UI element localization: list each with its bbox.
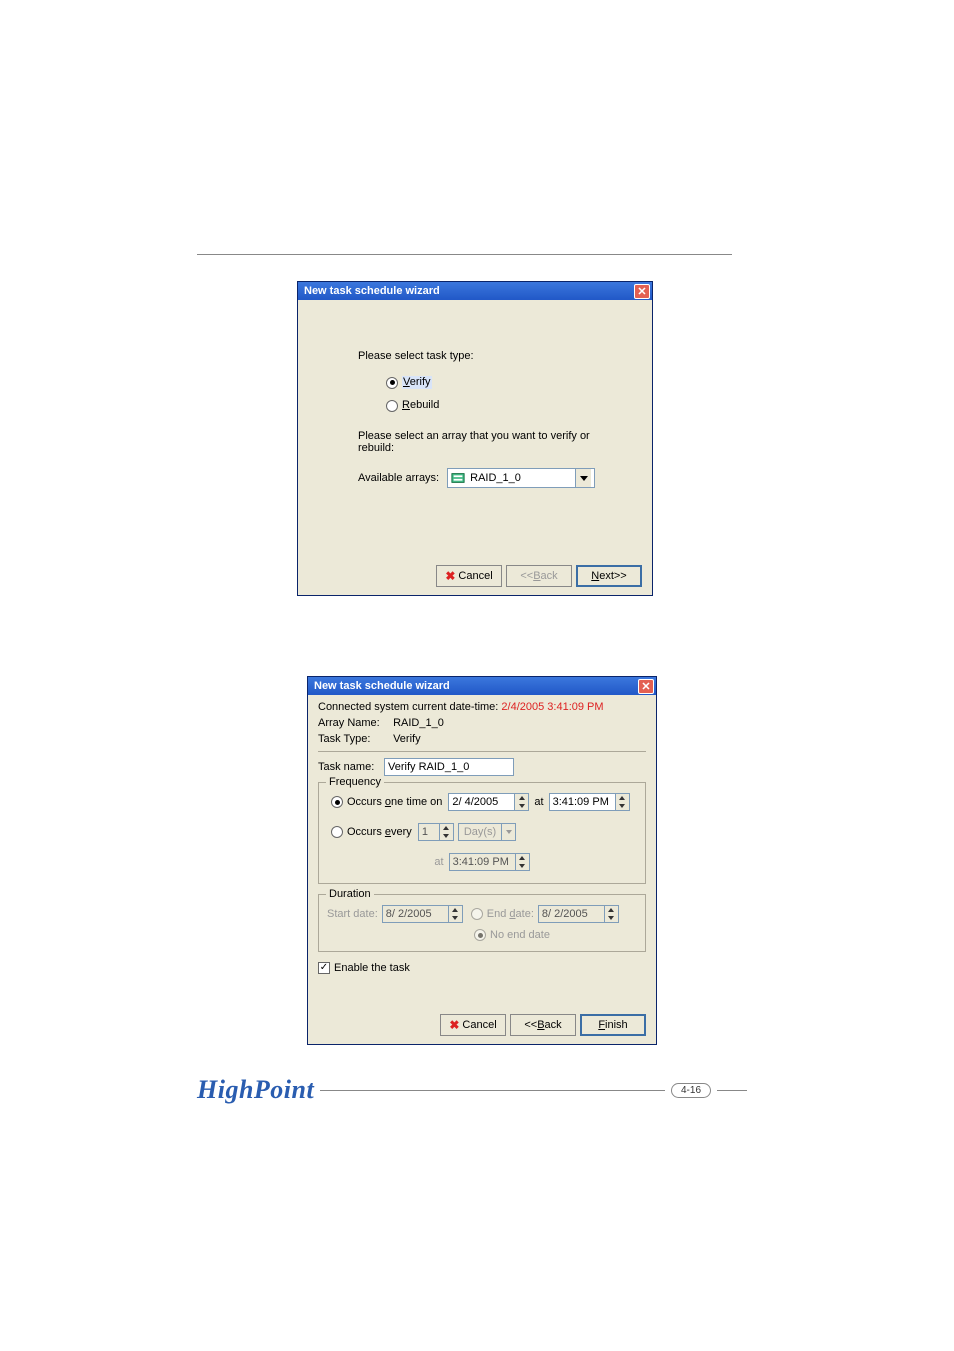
divider <box>318 751 646 752</box>
footer-rule <box>320 1090 665 1091</box>
task-name-label: Task name: <box>318 761 384 773</box>
no-end-date-row: No end date <box>327 929 637 941</box>
selected-array-text: RAID_1_0 <box>470 472 521 484</box>
page-number-badge: 4-16 <box>671 1083 711 1098</box>
radio-end-date <box>471 908 483 920</box>
radio-occurs-one[interactable] <box>331 796 343 808</box>
frequency-group: Frequency Occurs one time on at Occurs e… <box>318 782 646 884</box>
occurs-every-value-input <box>419 824 439 840</box>
occurs-every-row: Occurs every Day(s) <box>327 823 637 841</box>
end-date-input <box>539 906 604 922</box>
at-label: at <box>534 796 543 808</box>
array-name-value: RAID_1_0 <box>393 717 444 729</box>
occurs-every-time-spinner <box>449 853 530 871</box>
title-text: New task schedule wizard <box>304 285 440 297</box>
spinner-icon[interactable] <box>514 794 528 810</box>
spinner-icon <box>448 906 462 922</box>
radio-rebuild-label: Rebuild <box>402 399 439 412</box>
occurs-one-date-input[interactable] <box>449 794 514 810</box>
dialog1-buttons: ✖Cancel <<Back Next>> <box>436 565 642 587</box>
next-button[interactable]: Next>> <box>576 565 642 587</box>
occurs-one-time-input[interactable] <box>550 794 615 810</box>
spinner-icon <box>604 906 618 922</box>
titlebar: New task schedule wizard ✕ <box>308 677 656 695</box>
no-end-date-label: No end date <box>490 929 550 941</box>
start-date-spinner <box>382 905 463 923</box>
dialog2-body: Connected system current date-time: 2/4/… <box>308 695 656 974</box>
chevron-down-icon[interactable] <box>575 469 591 487</box>
chevron-down-icon <box>501 824 515 840</box>
radio-dot-icon <box>386 400 398 412</box>
finish-button[interactable]: Finish <box>580 1014 646 1036</box>
spinner-icon <box>515 854 529 870</box>
radio-verify[interactable]: Verify <box>386 376 622 389</box>
frequency-group-title: Frequency <box>326 776 384 788</box>
dialog2-buttons: ✖Cancel <<Back Finish <box>440 1014 646 1036</box>
back-button: <<Back <box>506 565 572 587</box>
duration-group-title: Duration <box>326 888 374 900</box>
occurs-every-value-spinner <box>418 823 454 841</box>
start-date-label: Start date: <box>327 908 378 920</box>
cancel-button[interactable]: ✖Cancel <box>440 1014 506 1036</box>
current-datetime-value: 2/4/2005 3:41:09 PM <box>501 701 603 713</box>
occurs-one-time-row: Occurs one time on at <box>327 793 637 811</box>
current-datetime-row: Connected system current date-time: 2/4/… <box>318 701 646 713</box>
wizard-dialog-step1: New task schedule wizard ✕ Please select… <box>297 281 653 596</box>
occurs-every-unit-text: Day(s) <box>459 826 501 838</box>
available-arrays-select[interactable]: RAID_1_0 <box>447 468 595 488</box>
cancel-button[interactable]: ✖Cancel <box>436 565 502 587</box>
titlebar: New task schedule wizard ✕ <box>298 282 652 300</box>
end-date-spinner <box>538 905 619 923</box>
at-label-2: at <box>434 856 443 868</box>
footer-rule-tail <box>717 1090 747 1091</box>
task-type-row: Task Type: Verify <box>318 733 646 745</box>
x-icon: ✖ <box>445 569 455 583</box>
occurs-every-time-input <box>450 854 515 870</box>
start-date-input <box>383 906 448 922</box>
radio-verify-label: Verify <box>402 376 432 389</box>
dialog1-body: Please select task type: Verify Rebuild … <box>298 300 652 488</box>
duration-group: Duration Start date: End date: No end da… <box>318 894 646 952</box>
x-icon: ✖ <box>449 1018 459 1032</box>
end-date-label: End date: <box>487 908 534 920</box>
task-name-input[interactable] <box>384 758 514 776</box>
close-icon[interactable]: ✕ <box>634 284 650 299</box>
occurs-one-date-spinner[interactable] <box>448 793 529 811</box>
enable-task-label: Enable the task <box>334 962 410 974</box>
occurs-every-unit-select: Day(s) <box>458 823 516 841</box>
title-text: New task schedule wizard <box>314 680 450 692</box>
task-type-value: Verify <box>393 733 421 745</box>
page-footer: HighPoint 4-16 <box>197 1075 747 1105</box>
array-name-row: Array Name: RAID_1_0 <box>318 717 646 729</box>
back-button[interactable]: <<Back <box>510 1014 576 1036</box>
occurs-every-label: Occurs every <box>347 826 412 838</box>
duration-dates-row: Start date: End date: <box>327 905 637 923</box>
occurs-one-label: Occurs one time on <box>347 796 442 808</box>
highpoint-logo: HighPoint <box>197 1075 314 1105</box>
radio-rebuild[interactable]: Rebuild <box>386 399 622 412</box>
array-icon <box>451 471 465 485</box>
header-rule <box>197 254 732 255</box>
spinner-icon[interactable] <box>615 794 629 810</box>
select-task-type-label: Please select task type: <box>358 350 622 362</box>
close-icon[interactable]: ✕ <box>638 679 654 694</box>
radio-no-end-date <box>474 929 486 941</box>
wizard-dialog-step2: New task schedule wizard ✕ Connected sys… <box>307 676 657 1045</box>
spinner-icon <box>439 824 453 840</box>
occurs-every-at-row: at <box>327 853 637 871</box>
radio-dot-icon <box>386 377 398 389</box>
enable-task-checkbox[interactable] <box>318 962 330 974</box>
radio-occurs-every[interactable] <box>331 826 343 838</box>
enable-task-row[interactable]: Enable the task <box>318 962 646 974</box>
occurs-one-time-spinner[interactable] <box>549 793 630 811</box>
task-name-row: Task name: <box>318 758 646 776</box>
select-array-label: Please select an array that you want to … <box>358 430 622 454</box>
available-arrays-label: Available arrays: <box>358 472 439 484</box>
